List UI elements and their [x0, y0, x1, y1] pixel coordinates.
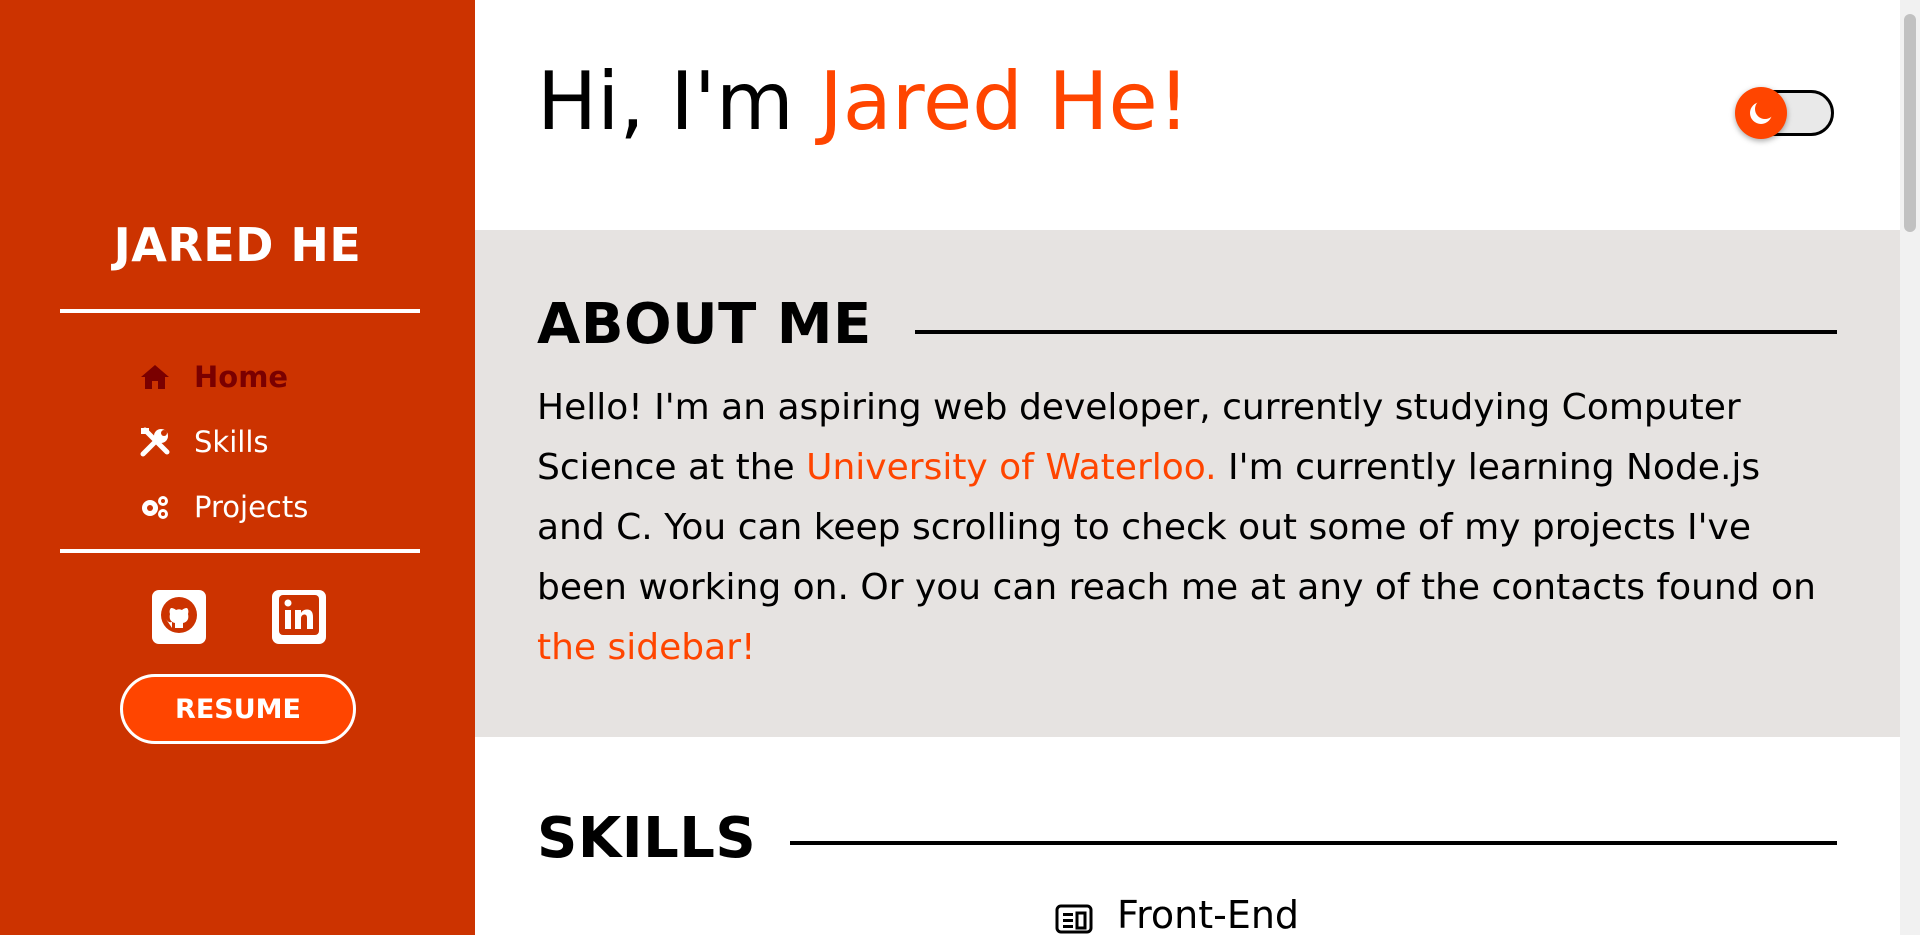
window-icon: [1055, 899, 1093, 934]
resume-button[interactable]: RESUME: [120, 674, 356, 744]
gears-icon: [138, 490, 172, 524]
sidebar-item-label: Home: [194, 359, 289, 394]
github-icon: [159, 595, 199, 639]
sidebar-item-label: Skills: [194, 424, 269, 459]
linkedin-link[interactable]: [272, 590, 326, 644]
skill-category-front-end: Front-End: [1055, 893, 1299, 937]
sidebar-item-label: Projects: [194, 489, 309, 524]
sidebar-item-home[interactable]: Home: [138, 344, 308, 409]
about-title-line: [915, 330, 1837, 334]
sidebar-item-projects[interactable]: Projects: [138, 474, 308, 539]
theme-toggle[interactable]: [1735, 87, 1834, 139]
github-link[interactable]: [152, 590, 206, 644]
sidebar-item-skills[interactable]: Skills: [138, 409, 308, 474]
sidebar-nav: Home Skills Projects: [138, 344, 308, 539]
hero-greeting: Hi, I'm: [537, 55, 820, 148]
skill-category-label: Front-End: [1117, 893, 1300, 937]
university-link[interactable]: University of Waterloo.: [806, 447, 1216, 488]
about-section: ABOUT ME Hello! I'm an aspiring web deve…: [475, 230, 1900, 737]
about-text: Hello! I'm an aspiring web developer, cu…: [537, 378, 1837, 678]
linkedin-icon: [277, 593, 321, 641]
home-icon: [138, 360, 172, 394]
skills-title-line: [790, 841, 1837, 845]
hero-heading: Hi, I'm Jared He!: [537, 55, 1190, 148]
skills-title: SKILLS: [537, 806, 757, 871]
tools-icon: [138, 425, 172, 459]
moon-icon: [1735, 87, 1787, 139]
main-content: Hi, I'm Jared He! ABOUT ME Hello! I'm an…: [475, 0, 1900, 937]
brand-title: JARED HE: [113, 218, 362, 272]
sidebar-divider-top: [60, 309, 420, 313]
about-title: ABOUT ME: [537, 292, 872, 357]
sidebar-divider-bottom: [60, 549, 420, 553]
hero-name: Jared He!: [819, 55, 1190, 148]
page-scrollbar[interactable]: [1900, 0, 1920, 935]
sidebar-link[interactable]: the sidebar!: [537, 627, 755, 668]
sidebar: JARED HE Home Skills Projects RESUME: [0, 0, 475, 935]
scrollbar-thumb[interactable]: [1904, 14, 1916, 232]
social-links: [152, 590, 326, 644]
